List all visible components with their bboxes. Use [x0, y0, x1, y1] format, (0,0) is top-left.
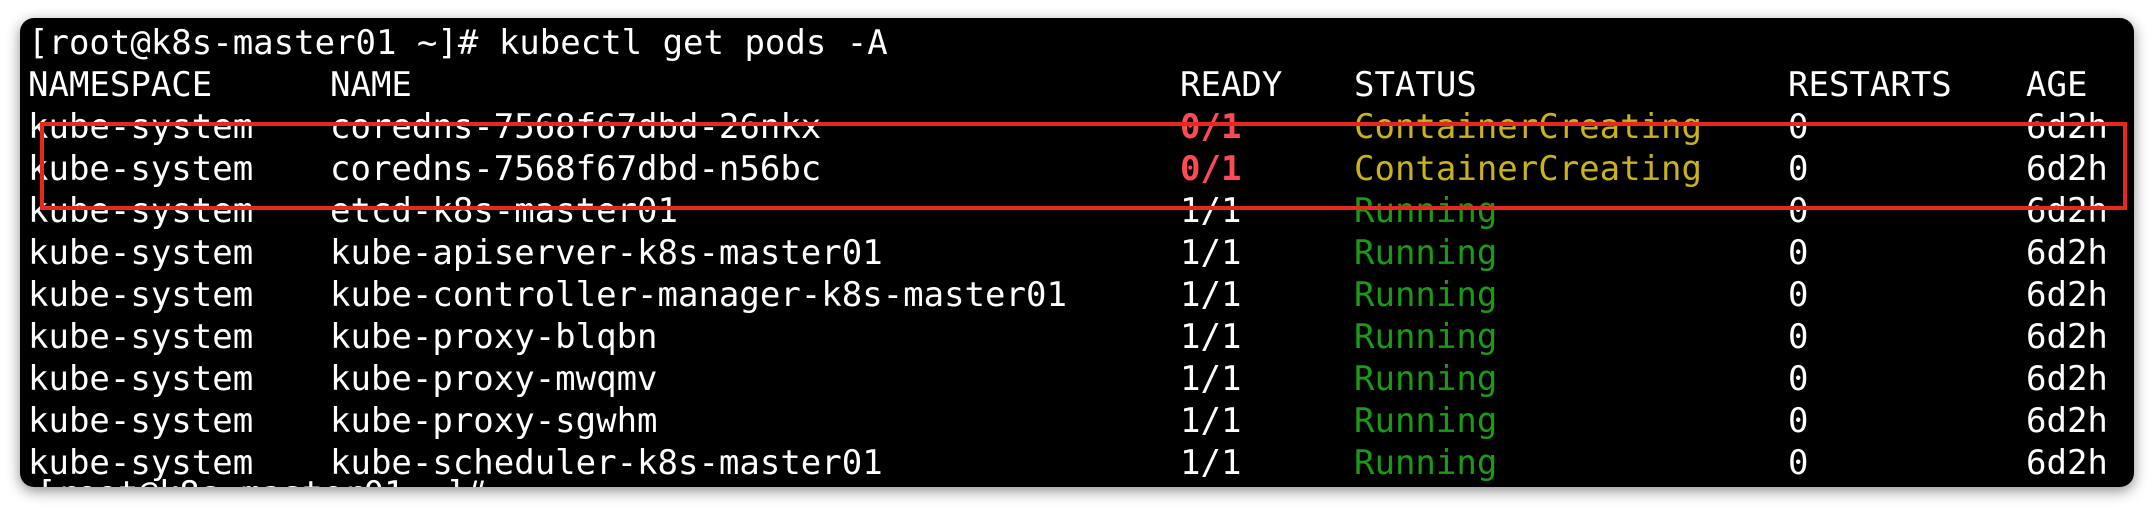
row-status: Running: [1354, 233, 1498, 273]
shell-prompt: [root@k8s-master01 ~]#: [36, 474, 486, 487]
row-ready: 1/1: [1180, 233, 1242, 273]
row-restarts: 0: [1788, 443, 1809, 483]
row-status: ContainerCreating: [1354, 107, 1702, 147]
row-age: 6d2h: [2026, 443, 2108, 483]
row-namespace: kube-system: [28, 359, 254, 399]
row-ready: 1/1: [1180, 359, 1242, 399]
row-namespace: kube-system: [28, 275, 254, 315]
row-pod-name: kube-proxy-mwqmv: [330, 359, 658, 399]
terminal-output: [root@k8s-master01 ~]# kubectl get pods …: [28, 22, 2108, 487]
row-ready: 0/1: [1180, 149, 1242, 189]
row-ready: 1/1: [1180, 191, 1242, 231]
row-restarts: 0: [1788, 401, 1809, 441]
terminal-window[interactable]: [root@k8s-master01 ~]# kubectl get pods …: [20, 18, 2134, 487]
row-age: 6d2h: [2026, 107, 2108, 147]
row-namespace: kube-system: [28, 401, 254, 441]
table-row: kube-system coredns-7568f67dbd-26nkx 0/1…: [28, 106, 2108, 148]
row-age: 6d2h: [2026, 359, 2108, 399]
row-pod-name: kube-apiserver-k8s-master01: [330, 233, 883, 273]
table-row: kube-system etcd-k8s-master01 1/1 Runnin…: [28, 190, 2108, 232]
row-pod-name: kube-controller-manager-k8s-master01: [330, 275, 1067, 315]
row-status: Running: [1354, 443, 1498, 483]
header-restarts: RESTARTS: [1788, 65, 1952, 105]
row-age: 6d2h: [2026, 275, 2108, 315]
row-restarts: 0: [1788, 191, 1809, 231]
command-text: kubectl get pods -A: [498, 23, 888, 63]
table-header: NAMESPACE NAME READY STATUS RESTARTS AGE: [28, 64, 2087, 106]
command-line: [root@k8s-master01 ~]# kubectl get pods …: [28, 22, 888, 64]
header-namespace: NAMESPACE: [28, 65, 213, 105]
row-restarts: 0: [1788, 275, 1809, 315]
table-row: kube-system kube-controller-manager-k8s-…: [28, 274, 2108, 316]
row-restarts: 0: [1788, 317, 1809, 357]
row-pod-name: etcd-k8s-master01: [330, 191, 678, 231]
row-status: Running: [1354, 317, 1498, 357]
table-row: kube-system kube-proxy-sgwhm 1/1 Running…: [28, 400, 2108, 442]
row-status: Running: [1354, 275, 1498, 315]
row-status: Running: [1354, 359, 1498, 399]
row-ready: 1/1: [1180, 443, 1242, 483]
row-pod-name: coredns-7568f67dbd-26nkx: [330, 107, 822, 147]
row-restarts: 0: [1788, 107, 1809, 147]
row-status: Running: [1354, 191, 1498, 231]
row-age: 6d2h: [2026, 149, 2108, 189]
table-row: kube-system kube-apiserver-k8s-master01 …: [28, 232, 2108, 274]
row-restarts: 0: [1788, 359, 1809, 399]
row-age: 6d2h: [2026, 233, 2108, 273]
row-ready: 1/1: [1180, 401, 1242, 441]
row-age: 6d2h: [2026, 317, 2108, 357]
table-row: kube-system kube-proxy-blqbn 1/1 Running…: [28, 316, 2108, 358]
row-pod-name: kube-proxy-sgwhm: [330, 401, 658, 441]
row-namespace: kube-system: [28, 107, 254, 147]
row-restarts: 0: [1788, 149, 1809, 189]
row-pod-name: coredns-7568f67dbd-n56bc: [330, 149, 822, 189]
row-ready: 1/1: [1180, 275, 1242, 315]
header-status: STATUS: [1354, 65, 1477, 105]
row-status: ContainerCreating: [1354, 149, 1702, 189]
row-age: 6d2h: [2026, 191, 2108, 231]
table-row: kube-system kube-proxy-mwqmv 1/1 Running…: [28, 358, 2108, 400]
table-row: kube-system coredns-7568f67dbd-n56bc 0/1…: [28, 148, 2108, 190]
row-namespace: kube-system: [28, 191, 254, 231]
row-restarts: 0: [1788, 233, 1809, 273]
row-age: 6d2h: [2026, 401, 2108, 441]
header-ready: READY: [1180, 65, 1283, 105]
row-pod-name: kube-proxy-blqbn: [330, 317, 658, 357]
row-namespace: kube-system: [28, 149, 254, 189]
header-name: NAME: [330, 65, 412, 105]
row-status: Running: [1354, 401, 1498, 441]
row-namespace: kube-system: [28, 233, 254, 273]
row-ready: 0/1: [1180, 107, 1242, 147]
row-ready: 1/1: [1180, 317, 1242, 357]
shell-prompt: [root@k8s-master01 ~]#: [28, 23, 499, 63]
row-namespace: kube-system: [28, 317, 254, 357]
header-age: AGE: [2026, 65, 2088, 105]
partial-next-prompt: [root@k8s-master01 ~]#: [36, 474, 486, 487]
